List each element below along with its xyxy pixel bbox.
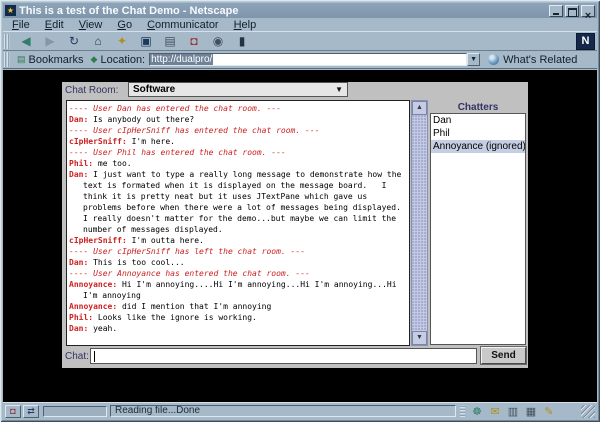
menu-item[interactable]: Go xyxy=(117,19,132,31)
menu-item[interactable]: Help xyxy=(234,19,257,31)
menu-bar: File Edit View Go Communicator Help xyxy=(3,18,597,31)
toolbar-grip[interactable] xyxy=(4,34,10,49)
browser-page: Chat Room: Software ▼ ---- User Dan has … xyxy=(3,70,597,402)
resize-grip[interactable] xyxy=(581,405,595,418)
chat-message: Phil: Looks like the ignore is working. xyxy=(69,312,407,323)
chat-message: ---- User Dan has entered the chat room.… xyxy=(69,103,407,114)
stop-icon[interactable]: ▮ xyxy=(230,32,254,50)
component-bar-grip[interactable] xyxy=(460,405,465,417)
chat-message: Annoyance: did I mention that I'm annoyi… xyxy=(69,301,407,312)
chat-input[interactable] xyxy=(90,348,477,364)
chat-message-list[interactable]: ---- User Dan has entered the chat room.… xyxy=(66,100,410,346)
chat-message: Dan: This is too cool... xyxy=(69,257,407,268)
chat-message: Dan: yeah. xyxy=(69,323,407,334)
composer-icon[interactable]: ✎ xyxy=(540,404,558,418)
reload-icon[interactable]: ↻ xyxy=(62,32,86,50)
netscape-logo-icon[interactable]: N xyxy=(576,33,595,50)
whats-related-globe-icon xyxy=(488,54,499,65)
whats-related-button[interactable]: What's Related xyxy=(503,54,577,66)
status-bar: ◘ ⇄ Reading file...Done ☸ ✉ ▥ ▦ ✎ xyxy=(3,402,597,419)
discussions-icon[interactable]: ▥ xyxy=(504,404,522,418)
navigation-toolbar: ◀ ▶ ↻ ⌂ ✦ ▣ ▤ ◘ ◉ ▮ N xyxy=(3,31,597,51)
url-selected-text: http://dualpro/ xyxy=(150,54,213,65)
send-button[interactable]: Send xyxy=(481,347,526,364)
chat-message: ---- User Phil has entered the chat room… xyxy=(69,147,407,158)
location-toolbar-grip[interactable] xyxy=(4,52,10,67)
netscape-window: ★ This is a test of the Chat Demo - Nets… xyxy=(0,0,600,422)
chat-message: ---- User Annoyance has entered the chat… xyxy=(69,268,407,279)
progress-bar xyxy=(43,406,107,417)
minimize[interactable] xyxy=(549,5,563,17)
address-book-icon[interactable]: ▦ xyxy=(522,404,540,418)
menu-item[interactable]: File xyxy=(12,19,30,31)
component-bar: ☸ ✉ ▥ ▦ ✎ xyxy=(460,404,558,418)
chat-message: ---- User cIpHerSniff has entered the ch… xyxy=(69,125,407,136)
menu-item[interactable]: Communicator xyxy=(147,19,219,31)
component-icons: ☸ ✉ ▥ ▦ ✎ xyxy=(468,404,558,418)
chatter-list-item[interactable]: Dan xyxy=(431,114,525,127)
chat-input-label: Chat: xyxy=(65,351,89,362)
mailbox-icon[interactable]: ✉ xyxy=(486,404,504,418)
bookmarks-button[interactable]: Bookmarks xyxy=(29,54,84,66)
chat-message: Annoyance: Hi I'm annoying....Hi I'm ann… xyxy=(69,279,407,301)
chat-room-selected-value: Software xyxy=(133,84,175,95)
window-controls xyxy=(549,5,597,17)
titlebar[interactable]: ★ This is a test of the Chat Demo - Nets… xyxy=(3,3,597,18)
chat-message: Dan: I just want to type a really long m… xyxy=(69,169,407,235)
chat-applet: Chat Room: Software ▼ ---- User Dan has … xyxy=(62,82,528,368)
chat-message: Phil: me too. xyxy=(69,158,407,169)
chevron-down-icon: ▼ xyxy=(335,85,343,94)
online-status-icon[interactable]: ⇄ xyxy=(23,405,39,418)
status-message: Reading file...Done xyxy=(110,405,456,417)
chatter-list-item[interactable]: Annoyance (ignored) xyxy=(431,140,525,153)
location-icon[interactable]: ◆ xyxy=(91,54,98,65)
text-caret xyxy=(94,351,95,362)
scrollbar-track[interactable] xyxy=(412,115,427,331)
search-icon[interactable]: ✦ xyxy=(110,32,134,50)
menu-item[interactable]: View xyxy=(79,19,103,31)
menu-item[interactable]: Edit xyxy=(45,19,64,31)
chat-message: ---- User cIpHerSniff has left the chat … xyxy=(69,246,407,257)
chat-message: Dan: Is anybody out there? xyxy=(69,114,407,125)
location-label: Location: xyxy=(100,54,145,66)
location-toolbar: ▤ Bookmarks ◆ Location: http://dualpro/ … xyxy=(3,51,597,69)
forward-icon[interactable]: ▶ xyxy=(38,32,62,50)
scroll-up-icon[interactable]: ▲ xyxy=(412,101,427,115)
netscape-app-icon: ★ xyxy=(5,5,16,16)
chatters-label: Chatters xyxy=(428,102,528,113)
my-netscape-icon[interactable]: ▣ xyxy=(134,32,158,50)
status-left-icons: ◘ ⇄ xyxy=(3,405,39,418)
url-dropdown-button[interactable]: ▼ xyxy=(467,53,480,66)
chatters-list[interactable]: Dan Phil Annoyance (ignored) xyxy=(430,113,526,345)
scroll-down-icon[interactable]: ▼ xyxy=(412,331,427,345)
home-icon[interactable]: ⌂ xyxy=(86,32,110,50)
chatter-list-item[interactable]: Phil xyxy=(431,127,525,140)
maximize[interactable] xyxy=(565,5,579,17)
print-icon[interactable]: ▤ xyxy=(158,32,182,50)
chat-room-select[interactable]: Software ▼ xyxy=(128,82,348,97)
chat-message: cIpHerSniff: I'm outta here. xyxy=(69,235,407,246)
chat-message: cIpHerSniff: I'm here. xyxy=(69,136,407,147)
close[interactable] xyxy=(581,5,595,17)
back-icon[interactable]: ◀ xyxy=(14,32,38,50)
security-lock-icon[interactable]: ◘ xyxy=(5,405,21,418)
window-title: This is a test of the Chat Demo - Netsca… xyxy=(19,5,238,17)
bookmarks-icon: ▤ xyxy=(17,54,26,65)
shop-icon[interactable]: ◉ xyxy=(206,32,230,50)
url-input[interactable]: http://dualpro/ xyxy=(149,53,467,66)
navigator-icon[interactable]: ☸ xyxy=(468,404,486,418)
chat-room-label: Chat Room: xyxy=(65,85,118,96)
message-scrollbar[interactable]: ▲ ▼ xyxy=(411,100,428,346)
toolbar-buttons: ◀ ▶ ↻ ⌂ ✦ ▣ ▤ ◘ ◉ ▮ xyxy=(14,32,254,50)
security-icon[interactable]: ◘ xyxy=(182,32,206,50)
